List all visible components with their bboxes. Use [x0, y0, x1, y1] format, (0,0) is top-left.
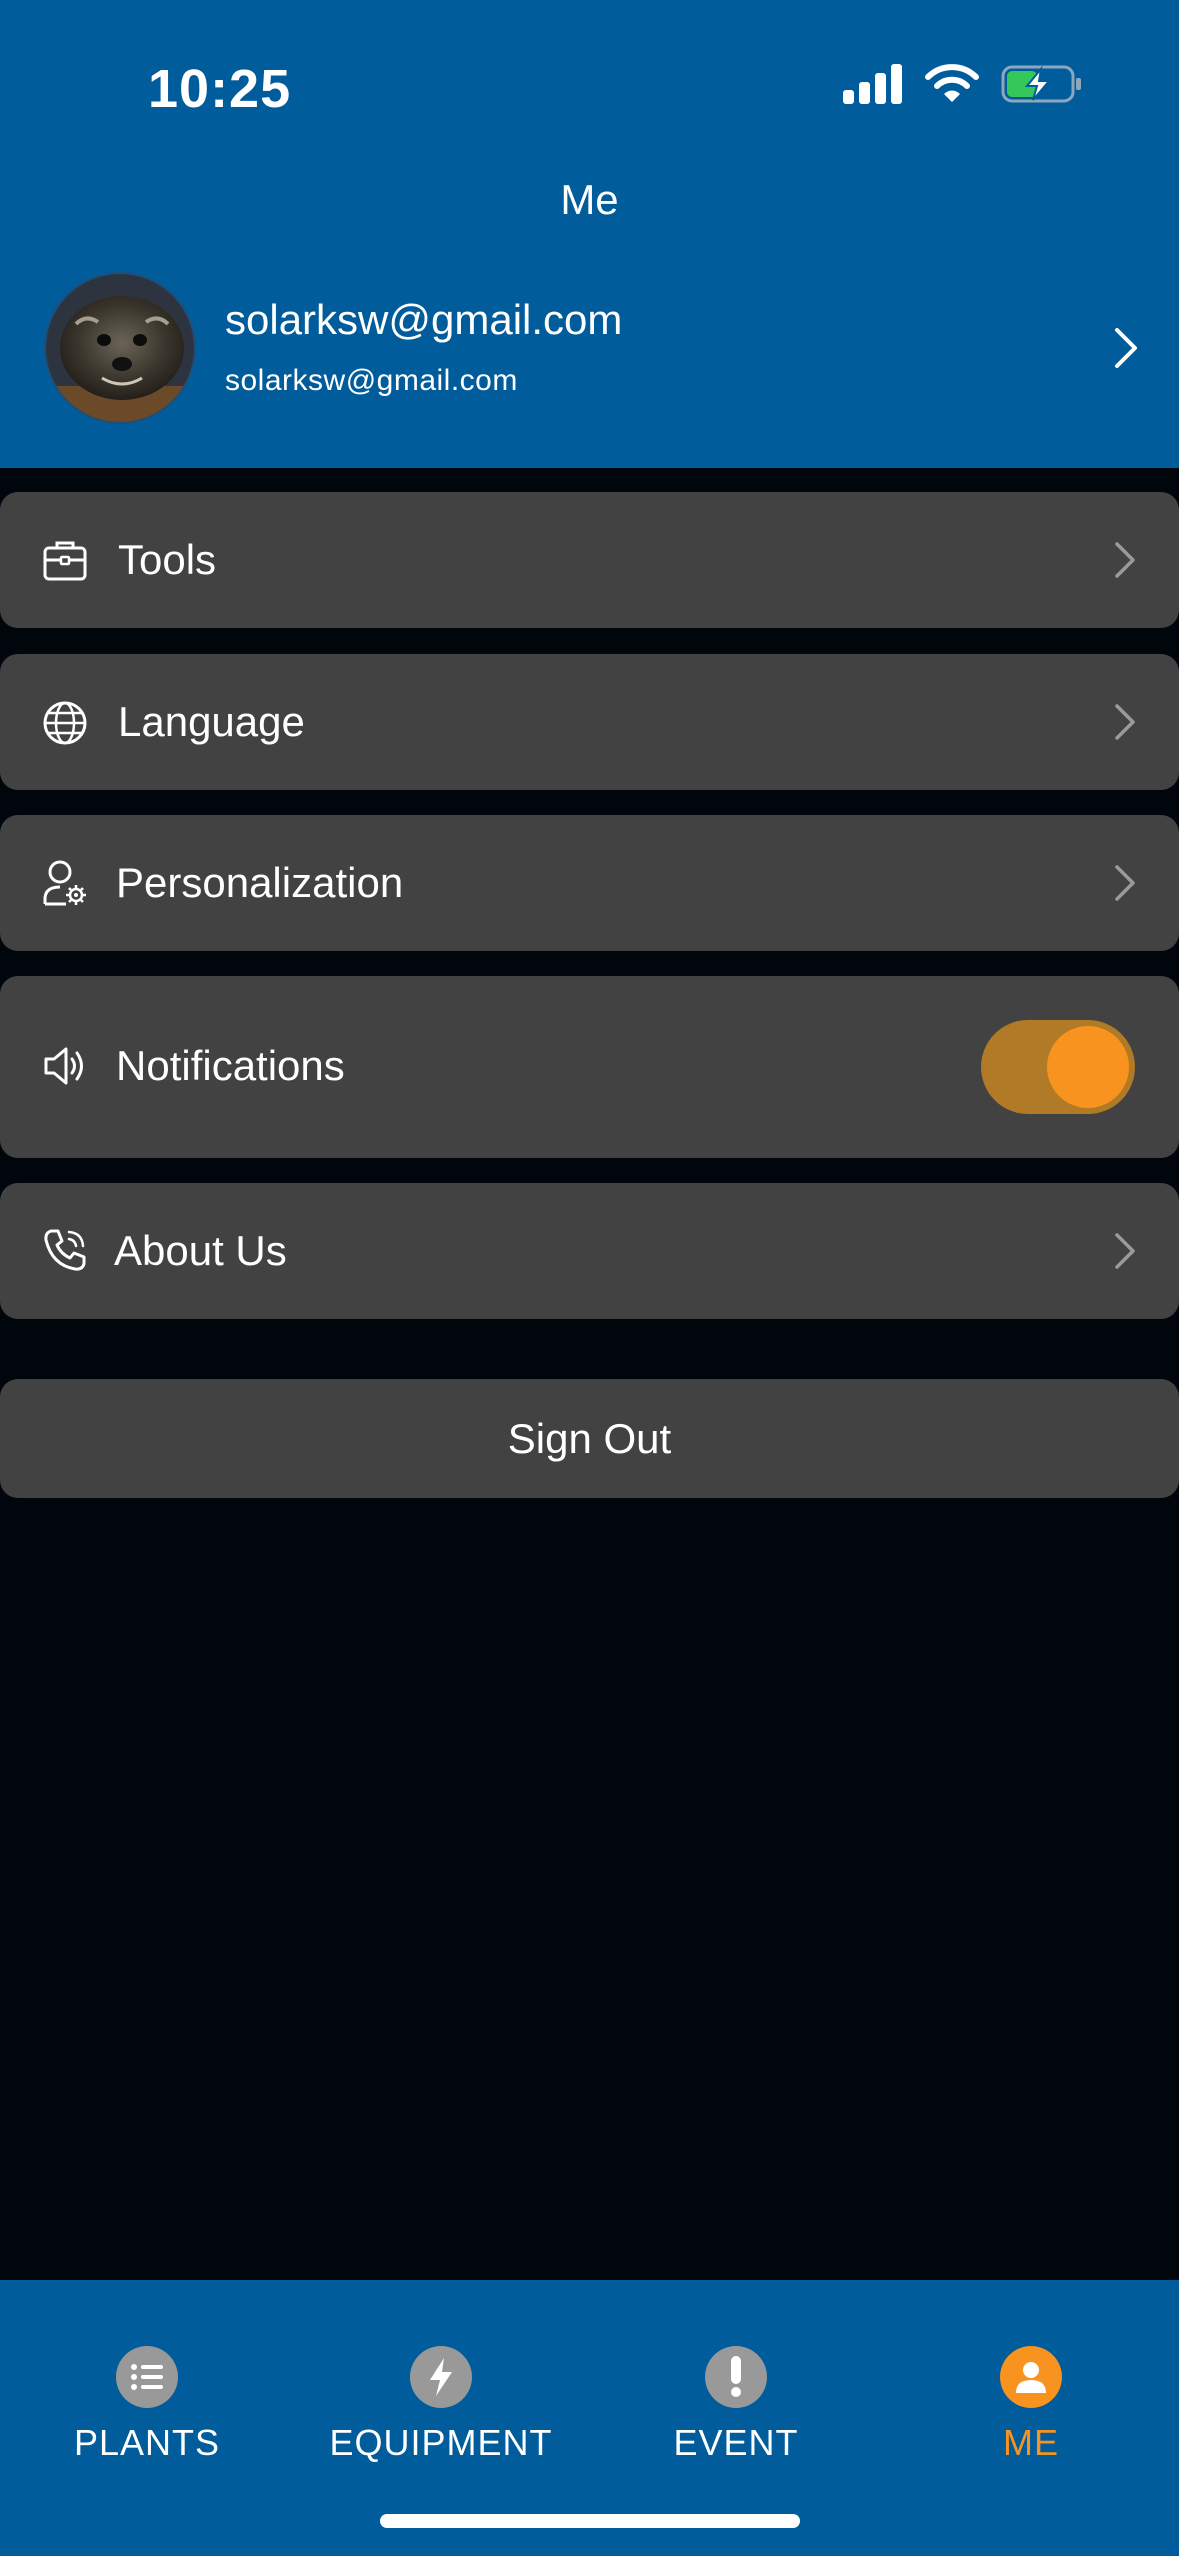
exclamation-icon: [705, 2346, 767, 2408]
person-icon: [1000, 2346, 1062, 2408]
chevron-right-icon: [1115, 328, 1137, 368]
chevron-right-icon: [1115, 865, 1135, 901]
tab-plants[interactable]: PLANTS: [27, 2346, 267, 2464]
speaker-icon: [44, 1047, 83, 1085]
wifi-icon: [925, 64, 979, 102]
profile-row[interactable]: solarksw@gmail.com solarksw@gmail.com: [0, 268, 1179, 428]
page-title: Me: [560, 176, 619, 223]
sign-out-button[interactable]: Sign Out: [0, 1379, 1179, 1498]
globe-icon: [43, 701, 87, 745]
status-icons: [843, 64, 1083, 104]
toggle-knob: [1047, 1026, 1129, 1108]
bolt-icon: [410, 2346, 472, 2408]
menu-label-tools: Tools: [118, 536, 217, 583]
cellular-signal-icon: [843, 64, 902, 104]
menu-item-about-us[interactable]: About Us: [0, 1183, 1179, 1319]
menu-label-personalization: Personalization: [116, 859, 404, 906]
toolbox-icon: [43, 541, 87, 581]
phone-call-icon: [44, 1229, 86, 1271]
menu-item-language[interactable]: Language: [0, 654, 1179, 790]
tab-event[interactable]: EVENT: [616, 2346, 856, 2464]
tab-label-equipment: EQUIPMENT: [329, 2422, 553, 2463]
notifications-toggle[interactable]: [981, 1020, 1135, 1114]
tab-label-event: EVENT: [673, 2422, 799, 2463]
user-settings-icon: [43, 860, 86, 906]
menu-item-notifications: Notifications: [0, 976, 1179, 1158]
avatar: [44, 272, 196, 424]
menu-label-about-us: About Us: [114, 1227, 287, 1274]
profile-email: solarksw@gmail.com: [225, 364, 518, 397]
profile-name: solarksw@gmail.com: [225, 296, 623, 343]
tab-label-me: ME: [1003, 2422, 1059, 2463]
home-indicator: [380, 2514, 800, 2528]
menu-item-tools[interactable]: Tools: [0, 492, 1179, 628]
chevron-right-icon: [1115, 542, 1135, 578]
status-time: 10:25: [148, 59, 292, 119]
battery-charging-icon: [1001, 65, 1081, 103]
chevron-right-icon: [1115, 1233, 1135, 1269]
list-icon: [116, 2346, 178, 2408]
menu-label-notifications: Notifications: [116, 1042, 345, 1089]
tab-me[interactable]: ME: [911, 2346, 1151, 2464]
tab-label-plants: PLANTS: [73, 2422, 221, 2463]
chevron-right-icon: [1115, 704, 1135, 740]
menu-item-personalization[interactable]: Personalization: [0, 815, 1179, 951]
menu-label-language: Language: [118, 698, 305, 745]
header: 10:25 Me solarksw@gmail.com solarksw@gma…: [0, 0, 1179, 468]
tab-equipment[interactable]: EQUIPMENT: [321, 2346, 561, 2464]
